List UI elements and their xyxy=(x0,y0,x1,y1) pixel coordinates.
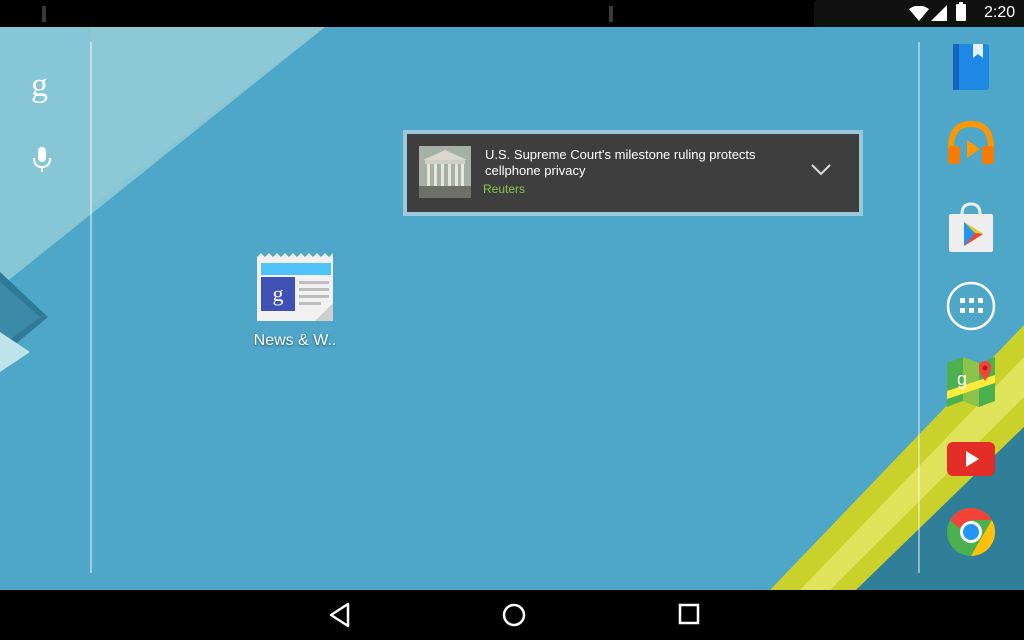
app-icon-news-weather[interactable]: g News & W.. xyxy=(245,253,345,350)
notification-indicator xyxy=(609,6,613,22)
app-label: News & W.. xyxy=(253,332,337,349)
chevron-down-icon[interactable] xyxy=(811,164,831,176)
news-source: Reuters xyxy=(483,182,526,196)
status-tray: 2:20 xyxy=(814,0,1024,27)
dock-play-books[interactable] xyxy=(945,42,997,94)
news-headline[interactable]: U.S. Supreme Court's milestone ruling pr… xyxy=(485,147,785,179)
youtube-icon xyxy=(947,442,995,476)
home-icon[interactable] xyxy=(501,602,527,628)
search-bar[interactable]: g xyxy=(0,27,90,575)
news-card[interactable]: U.S. Supreme Court's milestone ruling pr… xyxy=(407,134,859,212)
back-icon[interactable] xyxy=(328,602,352,628)
news-widget[interactable]: U.S. Supreme Court's milestone ruling pr… xyxy=(403,130,863,216)
notification-indicator xyxy=(42,6,46,22)
play-store-icon xyxy=(949,202,993,252)
svg-text:g: g xyxy=(273,281,284,306)
maps-icon: g xyxy=(947,357,995,407)
app-drawer-icon xyxy=(946,281,996,331)
wifi-icon xyxy=(909,6,929,21)
wallpaper[interactable] xyxy=(0,27,1024,590)
dock-divider xyxy=(918,42,920,573)
news-weather-icon: g xyxy=(257,253,333,321)
navigation-bar xyxy=(0,590,1024,640)
clock: 2:20 xyxy=(984,4,1016,21)
google-search-logo[interactable]: g xyxy=(31,67,48,105)
recents-icon[interactable] xyxy=(677,602,701,626)
play-books-icon xyxy=(953,44,989,90)
status-bar[interactable]: 2:20 xyxy=(0,0,1024,27)
signal-icon xyxy=(931,5,947,21)
dock-play-store[interactable] xyxy=(945,202,997,254)
dock-youtube[interactable] xyxy=(945,432,997,484)
svg-text:g: g xyxy=(957,369,967,389)
app-drawer-button[interactable] xyxy=(945,280,997,332)
mic-icon[interactable] xyxy=(33,147,51,173)
wallpaper-art xyxy=(0,27,1024,590)
battery-icon xyxy=(956,2,966,21)
dock-chrome[interactable] xyxy=(945,506,997,558)
dock-maps[interactable]: g xyxy=(945,355,997,407)
dock-play-music[interactable] xyxy=(945,118,997,170)
news-thumbnail xyxy=(419,146,471,198)
play-music-icon xyxy=(948,120,994,164)
search-bar-divider xyxy=(90,42,92,573)
chrome-icon xyxy=(947,508,996,556)
